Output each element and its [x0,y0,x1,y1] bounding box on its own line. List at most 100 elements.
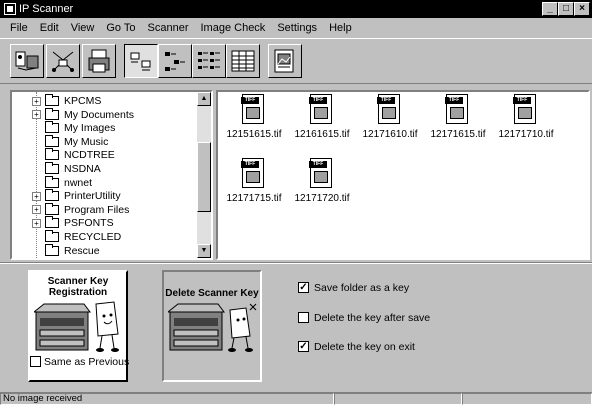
expand-icon[interactable]: + [32,191,41,201]
scan-to-folder-icon [15,51,39,71]
file-item[interactable]: TIFF 12161615.tif [288,94,356,154]
scroll-thumb[interactable] [197,142,211,212]
file-view: TIFF 12151615.tif TIFF 12161615.tif TIFF 1217… [216,90,590,260]
same-as-previous-option[interactable]: Same as Previous [28,354,129,370]
expand-icon[interactable]: + [32,218,41,228]
list-view-icon [198,52,220,69]
folder-icon [45,121,59,134]
file-name: 12171610.tif [362,129,418,140]
file-name: 12171710.tif [498,129,554,140]
file-item[interactable]: TIFF 12171720.tif [288,158,356,218]
same-as-previous-checkbox[interactable] [30,356,41,367]
menu-settings[interactable]: Settings [271,22,323,34]
details-view-button[interactable] [226,44,260,78]
tree-item[interactable]: My Images [12,121,197,135]
delete-key-on-exit-label: Delete the key on exit [314,341,415,353]
expand-icon[interactable]: + [32,110,41,120]
save-folder-as-key-checkbox[interactable]: ✓ [298,282,309,293]
menu-file[interactable]: File [4,22,34,34]
image-preview-button[interactable] [268,44,302,78]
list-view-button[interactable] [192,44,226,78]
delete-key-after-save-label: Delete the key after save [314,312,431,324]
file-type-tag: TIFF [377,97,395,104]
tree-item[interactable]: RECYCLED [12,230,197,243]
scroll-down-button[interactable]: ▼ [197,244,211,258]
printer-button[interactable] [82,44,116,78]
file-type-tag: TIFF [309,97,327,104]
tree-item-label: PSFONTS [64,217,114,230]
tree-scrollbar[interactable]: ▲ ▼ [197,92,211,258]
file-type-tag: TIFF [445,97,463,104]
tree-item-label: nwnet [64,176,93,189]
tree-item[interactable]: + Program Files [12,202,197,216]
tree-item[interactable]: + PSFONTS [12,216,197,230]
image-thumbnail-icon [382,107,396,119]
tiff-file-icon: TIFF [241,94,264,124]
tree-item-label: KPCMS [64,95,102,107]
scroll-up-button[interactable]: ▲ [197,92,211,106]
status-panel-3 [462,393,592,405]
tiff-file-icon: TIFF [309,158,332,188]
tree-item-label: Program Files [64,203,130,216]
close-button[interactable]: × [574,2,590,16]
network-button[interactable] [46,44,80,78]
folder-tree[interactable]: + KPCMS + My Documents My Images My Music NCDT… [10,90,213,260]
folder-icon [45,94,59,106]
menu-image-check[interactable]: Image Check [195,22,272,34]
file-item[interactable]: TIFF 12171610.tif [356,94,424,154]
file-item[interactable]: TIFF 12171615.tif [424,94,492,154]
folder-icon [45,148,59,161]
toolbar [0,38,592,84]
save-folder-as-key-label: Save folder as a key [314,282,410,294]
maximize-button[interactable]: □ [558,2,574,16]
app-icon [4,3,16,15]
folder-icon [45,107,59,120]
status-bar: No image received [0,392,592,405]
delete-key-on-exit-checkbox[interactable]: ✓ [298,341,309,352]
tiff-file-icon: TIFF [445,94,468,124]
image-thumbnail-icon [314,171,328,183]
tree-item[interactable]: NCDTREE [12,148,197,162]
tree-item-label: My Documents [64,108,135,121]
tree-item[interactable]: nwnet [12,175,197,189]
menu-bar: File Edit View Go To Scanner Image Check… [0,19,358,37]
copier-character-icon [34,301,119,352]
tree-item[interactable]: Rescue [12,243,197,257]
menu-help[interactable]: Help [323,22,358,34]
delete-key-after-save-checkbox[interactable] [298,312,309,323]
file-type-tag: TIFF [513,97,531,104]
tree-item[interactable]: My Music [12,134,197,148]
scan-to-folder-button[interactable] [10,44,44,78]
file-item[interactable]: TIFF 12151615.tif [220,94,288,154]
network-icon [52,51,74,72]
folder-icon [45,202,59,215]
menu-scanner[interactable]: Scanner [142,22,195,34]
file-item[interactable]: TIFF 12171715.tif [220,158,288,218]
minimize-button[interactable]: _ [542,2,558,16]
large-icons-view-button[interactable] [124,44,158,78]
printer-icon [88,49,110,73]
file-name: 12161615.tif [294,129,350,140]
tree-item[interactable]: NSDNA [12,162,197,175]
file-item[interactable]: TIFF 12171710.tif [492,94,560,154]
tree-item-label: NCDTREE [64,149,115,162]
delete-scanner-key-button[interactable]: Delete Scanner Key [162,270,262,382]
tree-item-label: My Images [64,122,116,135]
panel-divider [0,262,592,264]
menu-view[interactable]: View [65,22,101,34]
small-icons-view-button[interactable] [158,44,192,78]
file-type-tag: TIFF [241,161,259,168]
expand-icon[interactable]: + [32,205,41,215]
folder-icon [45,189,59,202]
tree-item[interactable]: + My Documents [12,107,197,121]
tree-item[interactable]: + KPCMS [12,94,197,107]
expand-icon[interactable]: + [32,96,41,106]
menu-edit[interactable]: Edit [34,22,65,34]
menu-go-to[interactable]: Go To [100,22,141,34]
tree-item[interactable]: + PrinterUtility [12,189,197,202]
file-name: 12171615.tif [430,129,486,140]
image-thumbnail-icon [246,107,260,119]
status-panel-2 [334,393,462,405]
folder-icon [45,175,59,188]
title-bar: IP Scanner _ □ × [0,0,592,18]
